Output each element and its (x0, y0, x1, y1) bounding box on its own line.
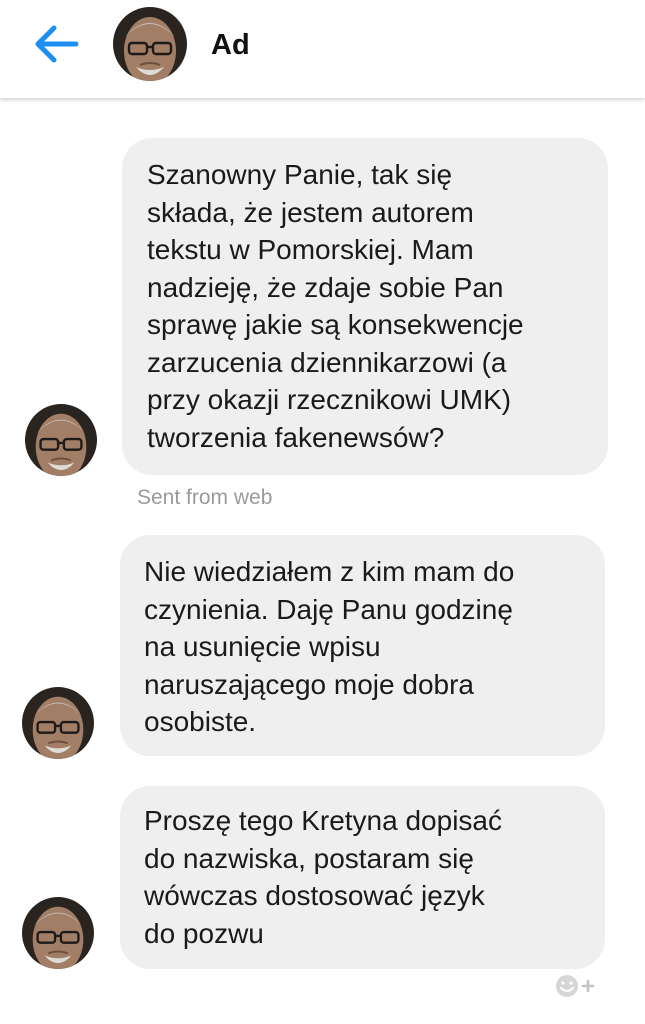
message-bubble[interactable]: Nie wiedziałem z kim mam do czynienia. D… (120, 535, 605, 756)
add-reaction-icon (556, 975, 595, 997)
message-bubble[interactable]: Szanowny Panie, tak się składa, że jeste… (122, 138, 608, 475)
avatar[interactable] (22, 687, 94, 759)
arrow-left-icon[interactable] (26, 19, 86, 69)
message-bubble[interactable]: Proszę tego Kretyna dopisać do nazwiska,… (120, 786, 605, 969)
add-reaction-button[interactable] (545, 970, 605, 1002)
message-meta: Sent from web (137, 486, 273, 509)
chat-header: Ad (0, 0, 645, 98)
avatar[interactable] (22, 897, 94, 969)
contact-name[interactable]: Ad (211, 28, 250, 62)
message-thread[interactable]: Szanowny Panie, tak się składa, że jeste… (0, 98, 645, 1024)
avatar[interactable] (113, 7, 187, 81)
avatar[interactable] (25, 404, 97, 476)
